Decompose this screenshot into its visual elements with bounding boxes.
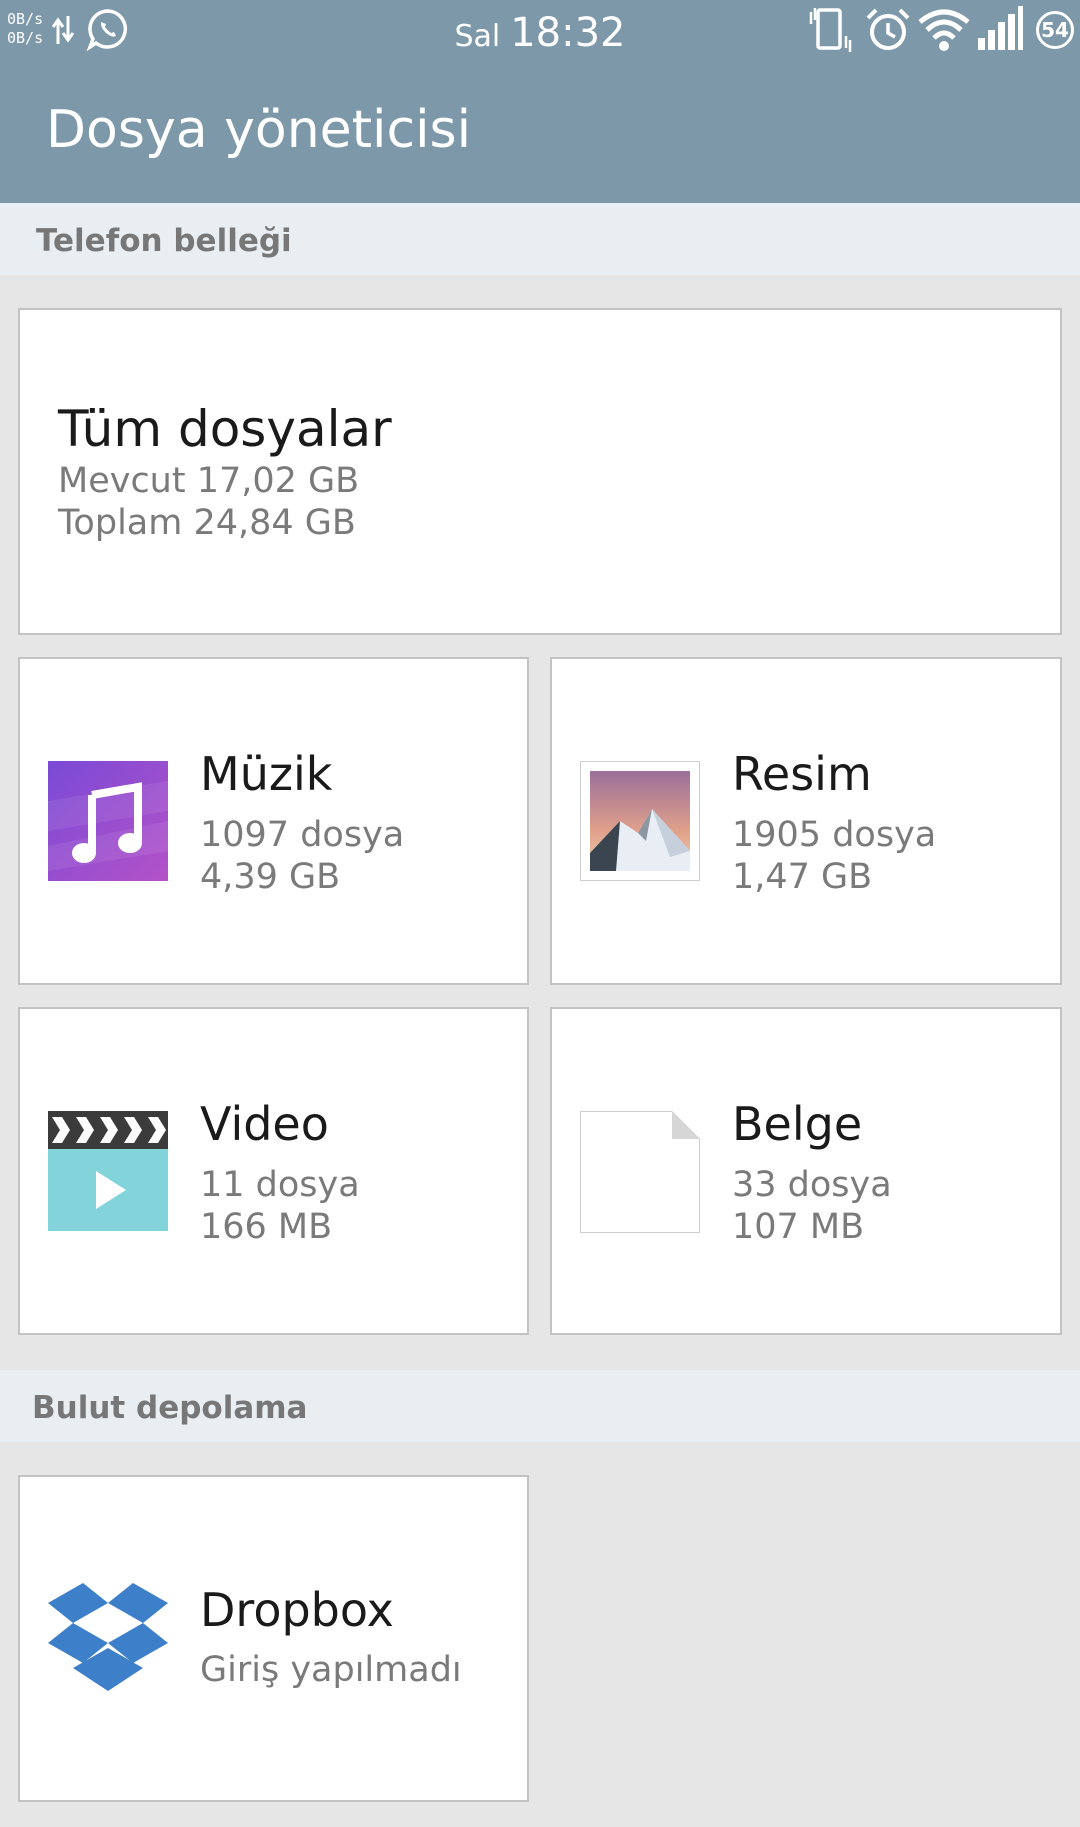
battery-level: 54 bbox=[1041, 18, 1069, 42]
battery-icon: 54 bbox=[1036, 11, 1074, 49]
video-icon bbox=[48, 1111, 168, 1231]
alarm-icon bbox=[866, 8, 910, 50]
tile-title: Müzik bbox=[200, 747, 333, 801]
tile-title: Resim bbox=[732, 747, 872, 801]
music-icon bbox=[48, 761, 168, 881]
vibrate-icon bbox=[809, 8, 852, 52]
dropbox-tile[interactable]: Dropbox Giriş yapılmadı bbox=[18, 1475, 529, 1802]
all-files-tile[interactable]: Tüm dosyalar Mevcut 17,02 GB Toplam 24,8… bbox=[18, 308, 1062, 635]
available-space: Mevcut 17,02 GB bbox=[58, 461, 360, 501]
login-status: Giriş yapılmadı bbox=[200, 1650, 462, 1690]
music-tile[interactable]: Müzik 1097 dosya 4,39 GB bbox=[18, 657, 529, 985]
tile-title: Tüm dosyalar bbox=[58, 400, 392, 458]
dropbox-icon bbox=[48, 1583, 168, 1691]
document-icon bbox=[580, 1111, 700, 1233]
document-tile[interactable]: Belge 33 dosya 107 MB bbox=[550, 1007, 1062, 1335]
clock-day: Sal bbox=[454, 19, 501, 54]
signal-icon bbox=[978, 6, 1023, 50]
app-bar: Dosya yöneticisi bbox=[0, 62, 1080, 203]
total-space: Toplam 24,84 GB bbox=[58, 503, 356, 543]
file-size: 107 MB bbox=[732, 1207, 865, 1247]
tile-title: Dropbox bbox=[200, 1583, 394, 1637]
file-size: 4,39 GB bbox=[200, 857, 341, 897]
page-title: Dosya yöneticisi bbox=[46, 100, 472, 160]
tile-title: Video bbox=[200, 1097, 329, 1151]
image-icon bbox=[580, 761, 700, 881]
section-header-cloud-storage: Bulut depolama bbox=[0, 1370, 1080, 1442]
file-size: 1,47 GB bbox=[732, 857, 873, 897]
file-count: 33 dosya bbox=[732, 1165, 892, 1205]
section-header-phone-storage: Telefon belleği bbox=[0, 203, 1080, 275]
status-bar: 0B/s 0B/s Sal 18:32 54 bbox=[0, 0, 1080, 62]
file-size: 166 MB bbox=[200, 1207, 333, 1247]
file-count: 11 dosya bbox=[200, 1165, 360, 1205]
video-tile[interactable]: Video 11 dosya 166 MB bbox=[18, 1007, 529, 1335]
section-title: Telefon belleği bbox=[36, 223, 292, 259]
image-tile[interactable]: Resim 1905 dosya 1,47 GB bbox=[550, 657, 1062, 985]
wifi-icon bbox=[918, 9, 970, 51]
clock-time: 18:32 bbox=[510, 10, 626, 56]
section-title: Bulut depolama bbox=[32, 1390, 308, 1426]
tile-title: Belge bbox=[732, 1097, 863, 1151]
file-count: 1905 dosya bbox=[732, 815, 937, 855]
file-count: 1097 dosya bbox=[200, 815, 405, 855]
